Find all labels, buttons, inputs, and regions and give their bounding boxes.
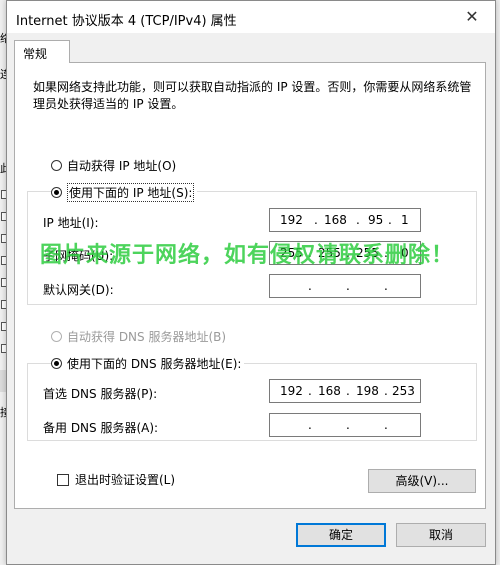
auto-dns-radio[interactable] — [51, 331, 62, 342]
octet-separator: . — [346, 418, 350, 432]
octet-separator: . — [308, 418, 312, 432]
ip-address-label: IP 地址(I): — [43, 216, 99, 230]
validate-on-exit-option[interactable]: 退出时验证设置(L) — [57, 471, 175, 488]
octet-separator: . — [384, 384, 388, 398]
octet-separator: . — [308, 279, 312, 293]
octet-separator: . — [346, 279, 350, 293]
manual-dns-label: 使用下面的 DNS 服务器地址(E): — [67, 357, 242, 371]
manual-dns-radio[interactable] — [51, 358, 62, 369]
alternate-dns-input[interactable]: . . . — [269, 413, 421, 437]
description-text: 如果网络支持此功能，则可以获取自动指派的 IP 设置。否则，你需要从网络系统管理… — [33, 80, 472, 111]
watermark-text: 图片来源于网络，如有侵权请联系删除！ — [40, 243, 455, 268]
tab-general-label: 常规 — [23, 47, 48, 61]
manual-ip-option[interactable]: 使用下面的 IP 地址(S): — [51, 183, 198, 202]
tab-general[interactable]: 常规 — [14, 40, 70, 63]
close-icon[interactable]: ✕ — [461, 7, 483, 27]
preferred-dns-label: 首选 DNS 服务器(P): — [43, 387, 158, 401]
ip-octet-2: 168 — [324, 213, 347, 227]
tcpip-properties-dialog: Internet 协议版本 4 (TCP/IPv4) 属性 ✕ 常规 如果网络支… — [6, 0, 496, 565]
ip-octet-1: 192 — [280, 213, 303, 227]
octet-separator: . — [346, 384, 350, 398]
manual-dns-option[interactable]: 使用下面的 DNS 服务器地址(E): — [51, 355, 245, 372]
default-gateway-input[interactable]: . . . — [269, 274, 421, 298]
validate-on-exit-label: 退出时验证设置(L) — [75, 473, 176, 487]
octet-separator: . — [384, 418, 388, 432]
alternate-dns-label: 备用 DNS 服务器(A): — [43, 421, 159, 435]
dialog-title: Internet 协议版本 4 (TCP/IPv4) 属性 — [16, 14, 237, 29]
dns-octet-3: 198 — [356, 384, 379, 398]
validate-on-exit-checkbox[interactable] — [57, 473, 69, 486]
octet-separator: . — [384, 279, 388, 293]
advanced-button[interactable]: 高级(V)... — [368, 469, 476, 493]
dns-octet-2: 168 — [318, 384, 341, 398]
dns-octet-1: 192 — [280, 384, 303, 398]
octet-separator: . — [356, 213, 360, 227]
ip-octet-4: 1 — [401, 213, 409, 227]
manual-ip-label: 使用下面的 IP 地址(S): — [67, 183, 195, 202]
ip-octet-3: 95 — [368, 213, 384, 227]
ok-button[interactable]: 确定 — [296, 523, 386, 547]
auto-ip-label: 自动获得 IP 地址(O) — [67, 159, 177, 173]
ip-address-input[interactable]: 192 . 168 . 95 . 1 — [269, 208, 421, 232]
auto-ip-radio[interactable] — [51, 160, 62, 171]
general-panel: 如果网络支持此功能，则可以获取自动指派的 IP 设置。否则，你需要从网络系统管理… — [14, 62, 486, 509]
auto-dns-option[interactable]: 自动获得 DNS 服务器地址(B) — [51, 328, 226, 345]
title-bar: Internet 协议版本 4 (TCP/IPv4) 属性 ✕ — [7, 1, 495, 33]
octet-separator: . — [314, 213, 318, 227]
auto-dns-label: 自动获得 DNS 服务器地址(B) — [67, 330, 227, 344]
preferred-dns-input[interactable]: 192 . 168 . 198 . 253 — [269, 379, 421, 403]
default-gateway-label: 默认网关(D): — [43, 283, 114, 297]
dns-octet-4: 253 — [392, 384, 415, 398]
cancel-button[interactable]: 取消 — [396, 523, 486, 547]
octet-separator: . — [388, 213, 392, 227]
manual-ip-radio[interactable] — [51, 187, 62, 198]
auto-ip-option[interactable]: 自动获得 IP 地址(O) — [51, 157, 176, 174]
octet-separator: . — [308, 384, 312, 398]
